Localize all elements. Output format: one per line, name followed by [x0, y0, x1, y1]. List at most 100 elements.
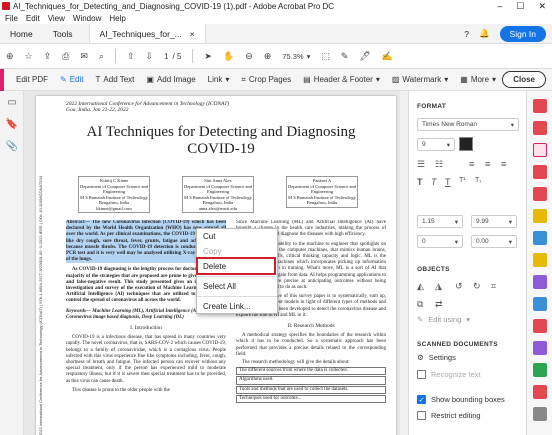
- comment-icon[interactable]: ✎: [341, 51, 349, 62]
- restrict-editing-option[interactable]: Restrict editing: [417, 411, 481, 420]
- settings-button[interactable]: ⚙ Settings: [417, 353, 456, 362]
- show-bounding-boxes-option[interactable]: ✓ Show bounding boxes: [417, 395, 505, 404]
- edit-button[interactable]: ✎ Edit: [54, 75, 90, 84]
- crop-pages-button[interactable]: ⌗ Crop Pages: [235, 75, 297, 85]
- intro-paragraph-2[interactable]: This disease is prone to the older peopl…: [66, 388, 226, 394]
- edit-using-dropdown[interactable]: ✎ Edit using ▾: [417, 315, 470, 324]
- align-left-icon[interactable]: ≡: [469, 159, 474, 169]
- scale-select[interactable]: 0 ▾: [417, 235, 463, 248]
- methods-paragraph[interactable]: A methodical strategy specifies the boun…: [236, 333, 386, 358]
- sign-icon[interactable]: ✍: [382, 51, 393, 62]
- send-review-icon[interactable]: [533, 363, 547, 377]
- menu-edit[interactable]: Edit: [26, 14, 40, 23]
- context-menu-cut[interactable]: Cut: [197, 229, 277, 244]
- font-size-select[interactable]: 9 ▾: [417, 138, 455, 151]
- italic-icon[interactable]: T: [431, 177, 437, 187]
- sign-in-button[interactable]: Sign In: [499, 25, 546, 42]
- fit-page-icon[interactable]: ⬚: [321, 51, 330, 62]
- more-tools-icon[interactable]: [533, 407, 547, 421]
- prepare-form-icon[interactable]: [533, 319, 547, 333]
- protect-icon[interactable]: [533, 275, 547, 289]
- redact-icon[interactable]: [533, 385, 547, 399]
- author-block[interactable]: Kshitij C Kinne Department of Computer S…: [78, 176, 150, 213]
- minimize-button[interactable]: –: [497, 1, 502, 12]
- print-icon[interactable]: ⎙: [62, 51, 69, 62]
- tab-document[interactable]: AI_Techniques_for_... ×: [88, 24, 206, 43]
- menu-file[interactable]: File: [5, 14, 18, 23]
- text-box[interactable]: The different sources from where the dat…: [236, 367, 386, 376]
- author-block[interactable]: Pankavi A Department of Computer Science…: [286, 176, 358, 208]
- upload-icon[interactable]: ⇪: [44, 51, 52, 62]
- add-text-button[interactable]: T Add Text: [90, 75, 141, 84]
- rotate-left-icon[interactable]: ↺: [455, 281, 463, 292]
- section-heading[interactable]: I. Introduction: [66, 325, 226, 331]
- header-footer-button[interactable]: ▤ Header & Footer ▾: [297, 75, 386, 84]
- line-spacing-select[interactable]: 1.15 ▾: [417, 215, 463, 228]
- font-family-select[interactable]: Times New Roman ▾: [417, 118, 519, 131]
- superscript-icon[interactable]: T¹: [459, 177, 466, 184]
- subscript-icon[interactable]: T₁: [475, 177, 482, 184]
- bold-icon[interactable]: T: [417, 177, 423, 187]
- font-color-swatch[interactable]: [459, 137, 473, 151]
- text-box[interactable]: Algorithms used.: [236, 376, 386, 385]
- paper-title[interactable]: AI Techniques for Detecting and Diagnosi…: [76, 124, 366, 158]
- align-right-icon[interactable]: ≡: [501, 159, 506, 169]
- fill-sign-icon[interactable]: [533, 253, 547, 267]
- attachment-icon[interactable]: 📎: [0, 135, 24, 157]
- prev-page-icon[interactable]: ⇧: [127, 51, 135, 62]
- watermark-button[interactable]: ▨ Watermark ▾: [386, 75, 454, 84]
- zoom-dropdown[interactable]: 75.3% ▾: [282, 52, 310, 61]
- add-image-button[interactable]: ▣ Add Image: [140, 75, 201, 84]
- menu-help[interactable]: Help: [109, 14, 125, 23]
- menu-view[interactable]: View: [48, 14, 65, 23]
- methods-paragraph[interactable]: The research methodology will give the d…: [236, 360, 386, 366]
- bullet-list-icon[interactable]: ☰: [417, 159, 425, 170]
- search-icon[interactable]: ⌕: [99, 51, 104, 62]
- bookmark-icon[interactable]: 🔖: [0, 113, 24, 135]
- maximize-button[interactable]: ☐: [516, 1, 524, 12]
- scan-ocr-icon[interactable]: [533, 231, 547, 245]
- indent-select[interactable]: 0.00 ▾: [471, 235, 517, 248]
- comment-tool-icon[interactable]: [533, 209, 547, 223]
- recognize-text-option[interactable]: Recognize text: [417, 370, 481, 379]
- tab-home[interactable]: Home: [0, 24, 43, 43]
- hand-tool-icon[interactable]: ✋: [223, 51, 234, 62]
- align-center-icon[interactable]: ≡: [485, 159, 490, 169]
- star-icon[interactable]: ☆: [25, 51, 33, 62]
- page-current[interactable]: 1: [164, 52, 168, 61]
- author-block[interactable]: Sini Anna Alex Department of Computer Sc…: [182, 176, 254, 213]
- help-icon[interactable]: ?: [464, 29, 469, 39]
- underline-icon[interactable]: T: [445, 177, 451, 187]
- text-box[interactable]: Techniques used for outcome...: [236, 394, 386, 404]
- intro-paragraph[interactable]: COVID-19 is a infectious disease, that h…: [66, 335, 226, 385]
- request-signature-icon[interactable]: [533, 341, 547, 355]
- arrange-icon[interactable]: ⧉: [417, 299, 423, 310]
- close-edit-button[interactable]: Close: [502, 71, 546, 88]
- menu-window[interactable]: Window: [73, 14, 101, 23]
- zoom-out-icon[interactable]: ⊖: [245, 51, 253, 62]
- context-menu-select-all[interactable]: Select All: [197, 279, 277, 294]
- combine-files-icon[interactable]: [533, 165, 547, 179]
- rotate-right-icon[interactable]: ↻: [473, 281, 481, 292]
- char-spacing-select[interactable]: 9.99 ▾: [471, 215, 517, 228]
- link-button[interactable]: Link ▾: [202, 75, 236, 84]
- page-thumbnails-icon[interactable]: ▭: [0, 91, 24, 113]
- export-pdf-icon[interactable]: [533, 99, 547, 113]
- highlight-icon[interactable]: 🖊: [359, 51, 370, 62]
- text-box[interactable]: Tools and methods that are used to colle…: [236, 385, 386, 394]
- next-page-icon[interactable]: ⇩: [146, 51, 154, 62]
- compress-icon[interactable]: [533, 297, 547, 311]
- email-icon[interactable]: ✉: [80, 51, 88, 62]
- tab-close-icon[interactable]: ×: [190, 29, 195, 39]
- context-menu-create-link[interactable]: Create Link...: [197, 299, 277, 314]
- more-button[interactable]: ▦ More ▾: [454, 75, 502, 84]
- notifications-icon[interactable]: 🔔: [479, 28, 490, 39]
- crop-image-icon[interactable]: ⌗: [491, 281, 496, 292]
- edit-pdf-tool-icon[interactable]: [533, 143, 547, 157]
- close-window-button[interactable]: ✕: [538, 1, 546, 12]
- section-heading[interactable]: II. Research Methods: [236, 323, 386, 329]
- zoom-in-icon[interactable]: ⊕: [264, 51, 272, 62]
- select-cursor-icon[interactable]: ➤: [204, 51, 212, 62]
- flip-horizontal-icon[interactable]: ◮: [435, 281, 442, 292]
- replace-image-icon[interactable]: ⇄: [435, 299, 443, 310]
